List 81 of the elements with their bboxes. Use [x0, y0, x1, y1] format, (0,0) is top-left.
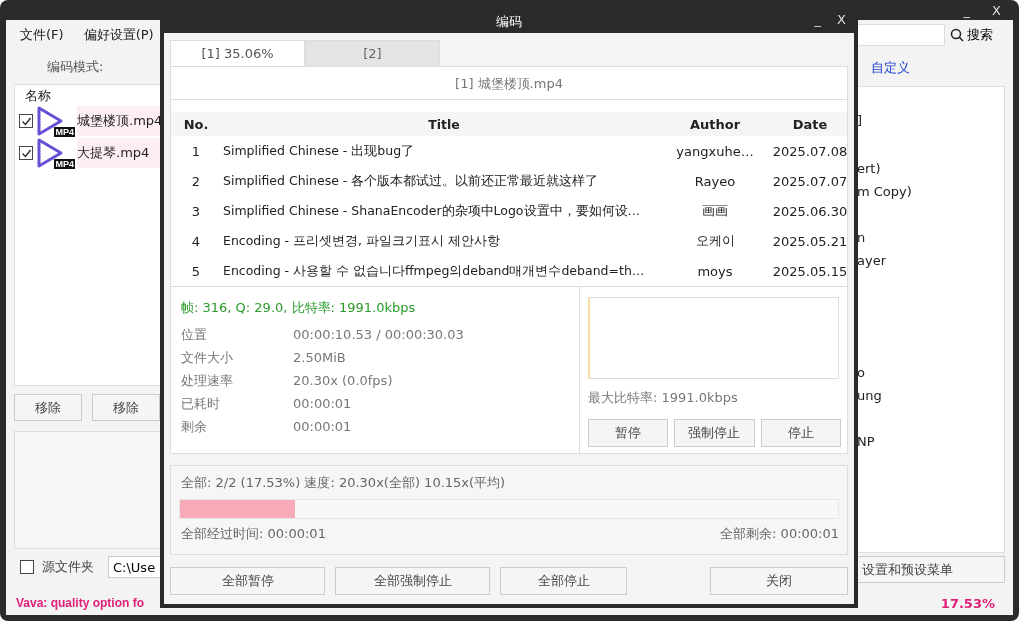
info-value: 2.50MiB — [293, 350, 347, 365]
window-control[interactable]: X — [988, 2, 1005, 18]
remaining-time: 全部剩余: 00:00:01 — [720, 525, 839, 543]
column-header: Date — [791, 116, 829, 132]
file-name[interactable]: 大提琴.mp4 — [77, 138, 160, 168]
tab[interactable]: [1] 35.06% — [170, 40, 305, 66]
table-cell-text: 2025.05.15 — [771, 263, 849, 279]
info-value: 20.30x (0.0fps) — [293, 373, 394, 388]
info-value: 00:00:01 — [293, 419, 353, 434]
checkbox-label: 源文件夹 — [42, 558, 94, 576]
column-header: Title — [427, 116, 461, 132]
task-button[interactable]: 强制停止 — [674, 419, 755, 447]
settings-menu-button[interactable]: 设置和预设菜单 — [857, 556, 1005, 583]
checkbox[interactable] — [19, 114, 33, 128]
info-label: 已耗时 — [181, 394, 221, 413]
table-cell-text: 오케이 — [694, 232, 736, 250]
table-cell-text: 2025.05.21 — [771, 233, 849, 249]
table-cell-text: 2025.07.07 — [771, 173, 849, 189]
file-title: [1] 城堡楼顶.mp4 — [171, 67, 847, 100]
search-field[interactable] — [857, 24, 945, 46]
table-cell-text: Simplified Chinese - ShanaEncoder的杂项中Logo设置中，要如何设… — [222, 202, 641, 220]
search-button[interactable]: 搜索 — [948, 26, 995, 44]
option-item: m Copy) — [857, 184, 913, 200]
search-icon — [950, 28, 964, 42]
tab[interactable]: [2] — [305, 40, 440, 66]
menu-item[interactable]: 文件(F) — [20, 26, 64, 44]
column-header: Author — [688, 116, 742, 132]
table-cell-text: moys — [696, 263, 734, 279]
column-header: No. — [182, 116, 210, 132]
option-item: ayer — [857, 253, 887, 269]
file-name[interactable]: 城堡楼顶.mp4 — [77, 106, 163, 136]
table-cell-text: Rayeo — [693, 173, 737, 189]
option-item: n — [857, 230, 867, 246]
notice-text: Vava: quality option fo — [16, 596, 144, 610]
option-item: o — [857, 365, 866, 381]
menu-item[interactable]: 偏好设置(P) — [83, 26, 154, 44]
column-header: 名称 — [24, 87, 52, 105]
table-cell-text: Encoding - 프리셋변경, 파일크기표시 제안사항 — [222, 232, 501, 250]
option-item: NP — [857, 434, 876, 450]
elapsed-time: 全部经过时间: 00:00:01 — [181, 525, 326, 543]
checkbox[interactable] — [19, 146, 33, 160]
window-control[interactable]: X — [833, 12, 850, 27]
custom-link[interactable]: 自定义 — [871, 59, 910, 77]
table-cell-text: 3 — [190, 203, 202, 219]
table-cell-text: 画画 — [701, 202, 729, 220]
checkbox[interactable] — [20, 560, 34, 574]
table-cell-text: 5 — [190, 263, 202, 279]
task-button[interactable]: 暂停 — [588, 419, 669, 447]
encode-mode-label: 编码模式: — [47, 58, 104, 76]
table-cell-text: 1 — [190, 143, 202, 159]
overall-summary: 全部: 2/2 (17.53%) 速度: 20.30x(全部) 10.15x(平均) — [181, 474, 507, 492]
info-label: 位置 — [181, 325, 208, 344]
table-cell-text: Simplified Chinese - 出现bug了 — [222, 142, 416, 160]
table-cell-text: 4 — [190, 233, 202, 249]
table-cell-text: yangxuhe… — [675, 143, 755, 159]
table-cell-text: 2 — [190, 173, 202, 189]
action-button[interactable]: 全部停止 — [500, 567, 627, 595]
window-control[interactable]: _ — [959, 2, 975, 18]
action-button[interactable]: 全部强制停止 — [335, 567, 490, 595]
option-item: ung — [857, 388, 883, 404]
info-value: 00:00:01 — [293, 396, 353, 411]
option-item: ert) — [857, 161, 882, 177]
table-cell-text: 2025.06.30 — [771, 203, 849, 219]
info-value: 00:00:10.53 / 00:00:30.03 — [293, 327, 465, 342]
window-control[interactable]: _ — [810, 12, 826, 27]
task-button[interactable]: 停止 — [760, 419, 841, 447]
table-cell-text: Simplified Chinese - 各个版本都试过。以前还正常最近就这样了 — [222, 172, 600, 190]
encode-status: 帧: 316, Q: 29.0, 比特率: 1991.0kbps — [181, 299, 417, 317]
action-button[interactable]: 全部暂停 — [170, 567, 325, 595]
close-button[interactable]: 关闭 — [710, 567, 848, 595]
remove-button[interactable]: 移除 — [92, 394, 160, 421]
table-cell-text: Encoding - 사용할 수 없습니다ffmpeg의deband매개변수deband=th… — [222, 262, 646, 280]
info-label: 处理速率 — [181, 371, 234, 390]
max-bitrate: 最大比特率: 1991.0kbps — [588, 389, 739, 407]
dialog-title: 编码 — [496, 12, 522, 31]
table-cell-text: 2025.07.08 — [771, 143, 849, 159]
info-label: 文件大小 — [181, 348, 234, 367]
option-item: ] — [857, 113, 864, 129]
info-label: 剩余 — [181, 417, 208, 436]
remove-button[interactable]: 移除 — [14, 394, 82, 421]
progress-percent: 17.53% — [940, 595, 995, 611]
